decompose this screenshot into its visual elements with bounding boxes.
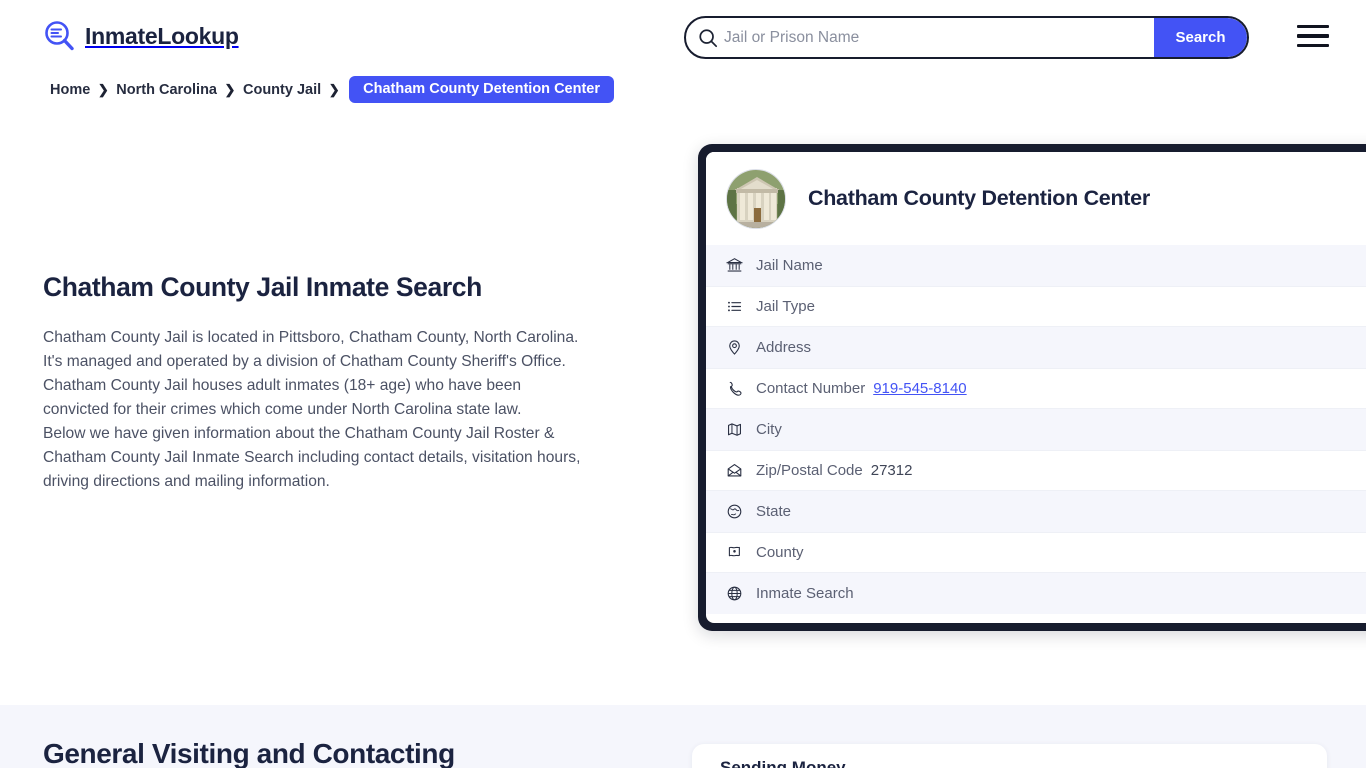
article-line: convicted for their crimes which come un… <box>43 400 522 418</box>
menu-bar-1 <box>1297 25 1329 29</box>
site-header: InmateLookup Search <box>0 0 1366 74</box>
info-row-state: StateNorth Carolina <box>706 491 1366 532</box>
info-row-city: CityPittsboro <box>706 409 1366 450</box>
courthouse-building-photo <box>726 168 786 229</box>
site-logo[interactable]: InmateLookup <box>42 19 239 53</box>
search-input[interactable] <box>724 18 1154 57</box>
article-line: Chatham County Jail houses adult inmates… <box>43 376 522 394</box>
county-flag-icon <box>726 544 756 561</box>
breadcrumb: Home ❯ North Carolina ❯ County Jail ❯ Chatham … <box>48 76 614 103</box>
info-label-zip-postal-code: Zip/Postal Code <box>756 462 863 479</box>
info-value-contact-number[interactable]: 919-545-8140 <box>873 380 966 397</box>
article-line: driving directions and mailing informati… <box>43 472 330 490</box>
phone-icon <box>726 380 756 397</box>
location-pin-icon <box>726 339 756 356</box>
info-row-jail-type: Jail TypeCounty Jail <box>706 286 1366 327</box>
info-row-jail-name: Jail NameChatham County Detention Center <box>706 245 1366 286</box>
magnifier-list-icon <box>42 19 76 53</box>
jail-info-table: Jail NameChatham County Detention Center… <box>706 245 1366 614</box>
info-label-jail-type: Jail Type <box>756 298 815 315</box>
sending-money-card-title: Sending Money <box>720 758 846 768</box>
sending-money-card: Sending Money <box>692 744 1327 768</box>
map-icon <box>726 421 756 438</box>
info-row-contact-number: Contact Number 919-545-8140 <box>706 368 1366 409</box>
breadcrumb-link-north-carolina[interactable]: North Carolina <box>114 82 219 98</box>
article-line: Chatham County Jail Inmate Search includ… <box>43 448 581 466</box>
info-row-zip-postal-code: Zip/Postal Code 27312 <box>706 450 1366 491</box>
article-line: Chatham County Jail is located in Pittsb… <box>43 328 579 346</box>
globe-state-icon <box>726 503 756 520</box>
hamburger-menu-icon[interactable] <box>1296 22 1330 50</box>
breadcrumb-separator-icon: ❯ <box>97 81 109 97</box>
info-value-zip-postal-code: 27312 <box>870 462 913 479</box>
info-label-inmate-search: Inmate Search <box>756 585 854 602</box>
globe-icon <box>726 585 756 602</box>
search-icon <box>686 28 724 48</box>
envelope-icon <box>726 462 756 479</box>
jail-info-card-inner: Chatham County Detention Center Jail Nam… <box>706 152 1366 623</box>
page-title: Chatham County Jail Inmate Search <box>43 272 482 302</box>
search-button[interactable]: Search <box>1154 18 1247 57</box>
info-row-address: Address295 West Street, Pittsboro, NC, 2… <box>706 327 1366 368</box>
article-line: Below we have given information about th… <box>43 424 555 442</box>
jail-info-card: Chatham County Detention Center Jail Nam… <box>698 144 1366 631</box>
brand-name: InmateLookup <box>85 22 239 49</box>
bottom-section-heading: General Visiting and Contacting <box>43 738 455 768</box>
article-line: It's managed and operated by a division … <box>43 352 566 370</box>
menu-bar-2 <box>1297 34 1329 38</box>
jail-info-card-title: Chatham County Detention Center <box>808 186 1150 210</box>
info-row-inmate-search: Inmate Searchhttps://sites.google.com/vi… <box>706 573 1366 614</box>
info-label-contact-number: Contact Number <box>756 380 866 397</box>
breadcrumb-separator-icon: ❯ <box>328 81 340 97</box>
info-label-address: Address <box>756 339 812 356</box>
breadcrumb-separator-icon: ❯ <box>224 81 236 97</box>
info-label-city: City <box>756 421 782 438</box>
search-bar[interactable]: Search <box>684 16 1249 59</box>
article-column: Chatham County Jail Inmate Search Chatha… <box>43 272 643 494</box>
bank-building-icon <box>726 257 756 274</box>
info-label-state: State <box>756 503 792 520</box>
info-row-county: CountyChatham County <box>706 532 1366 573</box>
breadcrumb-current-chatham-county-detention-center: Chatham County Detention Center <box>349 76 614 103</box>
info-label-county: County <box>756 544 804 561</box>
breadcrumb-link-home[interactable]: Home <box>48 82 92 98</box>
article-body: Chatham County Jail is located in Pittsb… <box>43 326 643 494</box>
menu-bar-3 <box>1297 43 1329 47</box>
info-label-jail-name: Jail Name <box>756 257 823 274</box>
breadcrumb-link-county-jail[interactable]: County Jail <box>241 82 323 98</box>
jail-info-card-header: Chatham County Detention Center <box>706 152 1366 245</box>
list-icon <box>726 298 756 315</box>
